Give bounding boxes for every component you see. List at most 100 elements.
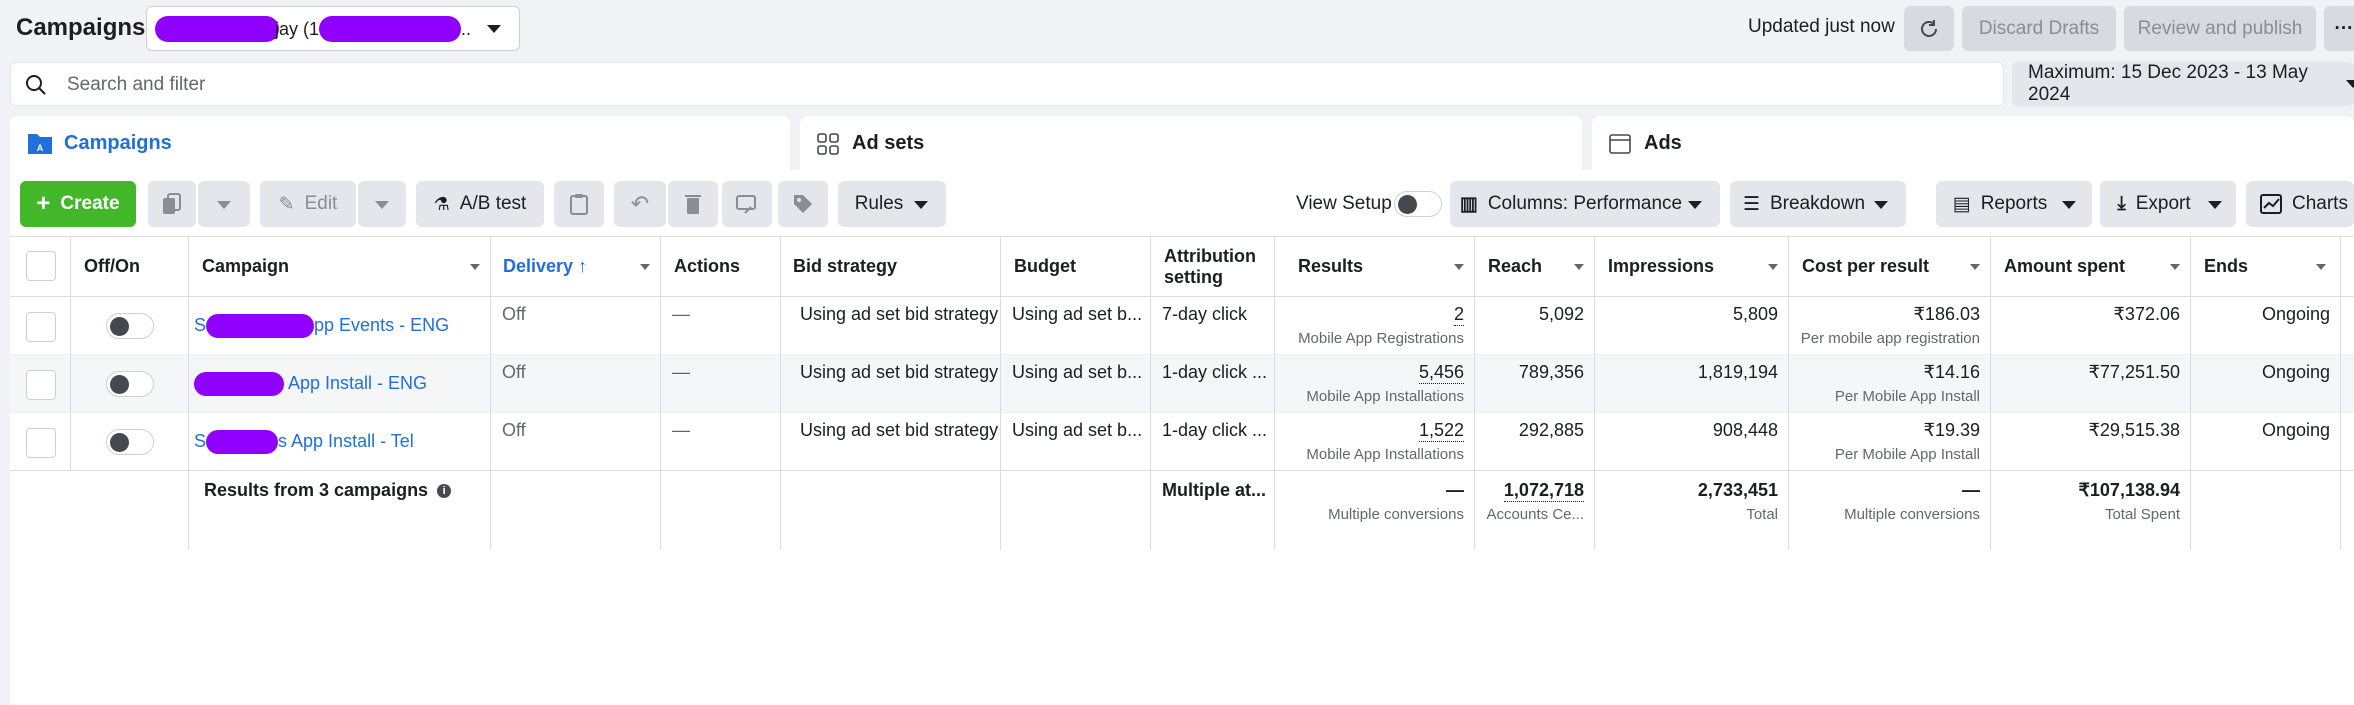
actions-value: — <box>672 362 690 382</box>
edit-button[interactable]: ✎ Edit <box>260 181 356 227</box>
column-menu-icon[interactable] <box>2170 264 2180 270</box>
more-options-button[interactable]: ··· <box>2324 6 2354 51</box>
delivery-status: Off <box>502 420 526 440</box>
budget-value: Using ad set b... <box>1012 362 1143 382</box>
ab-test-button[interactable]: ⚗ A/B test <box>416 181 544 227</box>
column-menu-icon[interactable] <box>1768 264 1778 270</box>
select-all-checkbox[interactable] <box>26 251 56 281</box>
chevron-down-icon <box>487 25 501 33</box>
column-menu-icon[interactable] <box>2316 264 2326 270</box>
summary-reach[interactable]: 1,072,718 <box>1503 480 1584 502</box>
column-menu-icon[interactable] <box>1454 264 1464 270</box>
chevron-down-icon <box>217 201 231 209</box>
toggle-knob <box>110 375 129 394</box>
ends-value: Ongoing <box>2261 362 2330 382</box>
search-bar[interactable] <box>10 62 2004 106</box>
reports-label: Reports <box>1980 193 2048 214</box>
delete-button[interactable] <box>668 181 718 227</box>
results-value[interactable]: 5,456 <box>1418 362 1464 384</box>
column-menu-icon[interactable] <box>470 264 480 270</box>
clipboard-button[interactable] <box>554 181 604 227</box>
breakdown-label: Breakdown <box>1769 193 1866 214</box>
search-input[interactable] <box>67 71 1967 99</box>
tag-button[interactable] <box>778 181 828 227</box>
tag-icon <box>794 195 812 213</box>
date-range-label: Maximum: 15 Dec 2023 - 13 May 2024 <box>2028 62 2308 105</box>
pencil-icon: ✎ <box>278 193 295 215</box>
account-selector[interactable]: jay (13 .. <box>146 6 520 51</box>
campaign-toggle[interactable] <box>106 429 154 455</box>
amount-spent-value: ₹77,251.50 <box>2088 362 2180 382</box>
header-cost-per-result[interactable]: Cost per result <box>1802 256 1929 277</box>
header-budget[interactable]: Budget <box>1014 256 1076 277</box>
actions-value: — <box>672 304 690 324</box>
reports-button[interactable]: ▤ Reports <box>1936 181 2092 227</box>
preview-button[interactable] <box>722 181 772 227</box>
chevron-down-icon <box>1874 201 1888 209</box>
tab-ad-sets[interactable]: Ad sets <box>800 116 1582 170</box>
row-checkbox[interactable] <box>26 312 56 342</box>
header-delivery[interactable]: Delivery ↑ <box>503 256 587 277</box>
campaign-toggle[interactable] <box>106 313 154 339</box>
chevron-down-icon <box>375 201 389 209</box>
update-status: Updated just now <box>1748 16 1895 37</box>
create-button[interactable]: + Create <box>20 181 136 227</box>
cost-per-result-type: Per mobile app registration <box>1800 330 1980 347</box>
row-checkbox[interactable] <box>26 428 56 458</box>
header-ends[interactable]: Ends <box>2204 256 2248 277</box>
header-impressions[interactable]: Impressions <box>1608 256 1714 277</box>
redaction-mark <box>206 314 315 338</box>
breakdown-button[interactable]: ☰ Breakdown <box>1730 181 1906 227</box>
campaign-name-link[interactable]: App Install - ENG <box>194 372 427 396</box>
tab-campaigns[interactable]: A Campaigns <box>10 116 790 170</box>
attribution-value: 1-day click ... <box>1162 420 1268 440</box>
header-bid-strategy[interactable]: Bid strategy <box>793 256 897 277</box>
delivery-status: Off <box>502 362 526 382</box>
edit-dropdown[interactable] <box>358 181 406 227</box>
flask-icon: ⚗ <box>433 193 450 214</box>
summary-cost-sub: Multiple conversions <box>1844 506 1980 523</box>
campaign-name-link[interactable]: Spp Events - ENG <box>194 314 449 338</box>
summary-impressions-sub: Total <box>1746 506 1778 523</box>
chart-icon <box>2260 194 2282 214</box>
ad-preview-icon <box>1609 134 1631 154</box>
tab-ads[interactable]: Ads <box>1592 116 2354 170</box>
results-value[interactable]: 1,522 <box>1418 420 1464 442</box>
columns-button[interactable]: ▥ Columns: Performance <box>1450 181 1720 227</box>
header-amount-spent[interactable]: Amount spent <box>2004 256 2125 277</box>
undo-button[interactable]: ↶ <box>614 181 666 227</box>
redaction-mark <box>194 372 284 396</box>
row-checkbox[interactable] <box>26 370 56 400</box>
duplicate-button[interactable] <box>148 181 196 227</box>
summary-label: Results from 3 campaigns i <box>204 480 452 501</box>
header-delivery-label: Delivery <box>503 256 574 276</box>
chevron-down-icon <box>1688 201 1702 209</box>
discard-drafts-button[interactable]: Discard Drafts <box>1962 6 2116 51</box>
header-campaign[interactable]: Campaign <box>202 256 289 277</box>
redaction-mark <box>206 430 279 454</box>
export-button[interactable]: ⤓ Export <box>2100 181 2236 227</box>
view-setup-toggle[interactable] <box>1394 191 1442 217</box>
refresh-button[interactable] <box>1904 6 1954 51</box>
charts-button[interactable]: Charts <box>2246 181 2354 227</box>
campaign-toggle[interactable] <box>106 371 154 397</box>
header-reach[interactable]: Reach <box>1488 256 1542 277</box>
column-menu-icon[interactable] <box>1970 264 1980 270</box>
rules-button[interactable]: Rules <box>838 181 946 227</box>
info-icon[interactable]: i <box>437 484 452 499</box>
column-menu-icon[interactable] <box>640 264 650 270</box>
page-title: Campaigns <box>16 14 146 41</box>
bid-strategy-value: Using ad set bid strategy <box>800 420 999 440</box>
duplicate-dropdown[interactable] <box>198 181 250 227</box>
column-menu-icon[interactable] <box>1574 264 1584 270</box>
tab-label: Ad sets <box>852 132 925 154</box>
header-attribution[interactable]: Attribution <box>1164 246 1256 267</box>
chevron-down-icon <box>914 201 928 209</box>
results-value[interactable]: 2 <box>1453 304 1464 326</box>
review-publish-button[interactable]: Review and publish <box>2124 6 2316 51</box>
header-results[interactable]: Results <box>1298 256 1363 277</box>
date-range-selector[interactable]: Maximum: 15 Dec 2023 - 13 May 2024 <box>2012 62 2354 106</box>
reports-icon: ▤ <box>1952 193 1971 215</box>
campaign-name-link[interactable]: Ss App Install - Tel <box>194 430 414 454</box>
campaign-name-suffix: pp Events - ENG <box>314 314 450 335</box>
